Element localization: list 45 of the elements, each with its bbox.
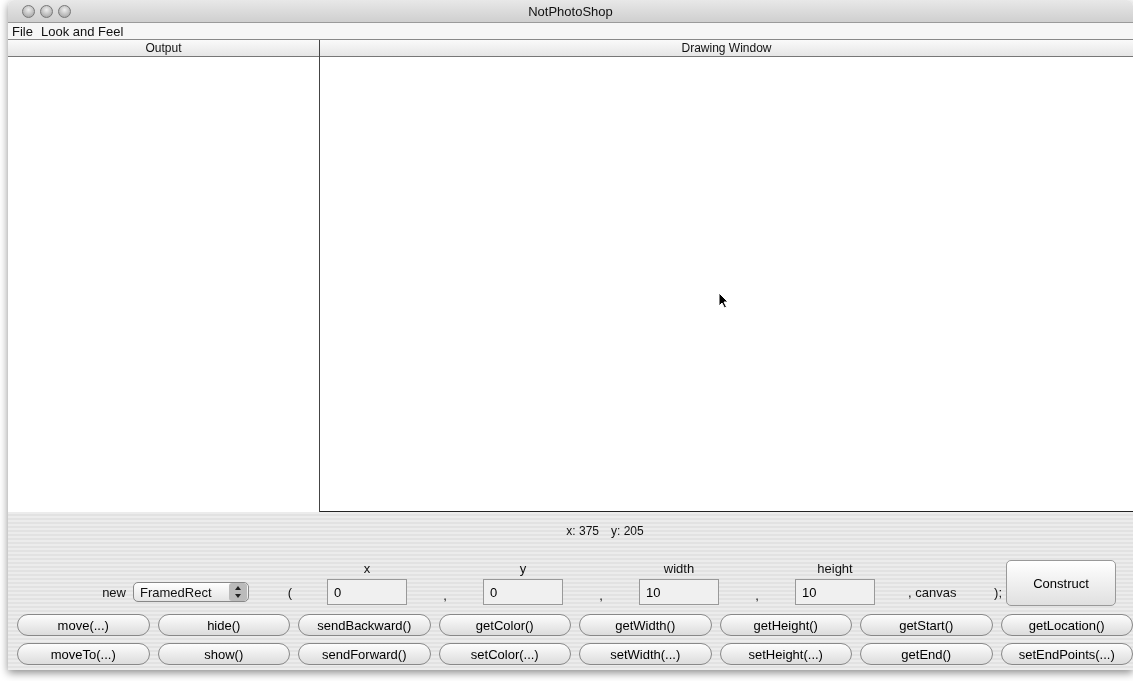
y-coordinate: y: 205 bbox=[611, 524, 644, 540]
menu-item[interactable]: Look and Feel bbox=[40, 23, 124, 39]
method-button[interactable]: setColor(...) bbox=[438, 643, 571, 665]
close-button[interactable] bbox=[22, 4, 35, 18]
parameter-field[interactable]: 10 bbox=[795, 579, 875, 605]
method-button[interactable]: getStart() bbox=[860, 614, 993, 636]
parameter-label: y bbox=[518, 561, 528, 576]
method-button[interactable]: getColor() bbox=[438, 614, 571, 636]
method-button[interactable]: getLocation() bbox=[1000, 614, 1133, 636]
comma: , bbox=[598, 586, 604, 603]
parameter-label: x bbox=[362, 561, 372, 576]
method-button[interactable]: moveTo(...) bbox=[17, 643, 150, 665]
method-button[interactable]: sendForward() bbox=[298, 643, 431, 665]
zoom-button[interactable] bbox=[58, 4, 71, 18]
open-paren: ( bbox=[286, 584, 294, 600]
method-button[interactable]: setHeight(...) bbox=[719, 643, 852, 665]
pointer-icon bbox=[718, 292, 729, 309]
method-button[interactable]: show() bbox=[157, 643, 290, 665]
method-button[interactable]: setWidth(...) bbox=[579, 643, 712, 665]
parameter-field[interactable]: 10 bbox=[639, 579, 719, 605]
close-paren: ); bbox=[994, 584, 1002, 600]
window-title: NotPhotoShop bbox=[528, 3, 613, 19]
method-button[interactable]: getHeight() bbox=[719, 614, 852, 636]
stepper-icon bbox=[229, 583, 247, 601]
canvas-argument: , canvas bbox=[908, 584, 957, 600]
method-button[interactable]: move(...) bbox=[17, 614, 150, 636]
menu-item[interactable]: File bbox=[12, 23, 33, 39]
method-button[interactable]: getEnd() bbox=[860, 643, 993, 665]
parameter-label: width bbox=[662, 561, 696, 576]
method-button[interactable]: setEndPoints(...) bbox=[1000, 643, 1133, 665]
minimize-button[interactable] bbox=[40, 4, 53, 18]
comma: , bbox=[754, 586, 760, 603]
parameter-field[interactable]: 0 bbox=[327, 579, 407, 605]
method-button[interactable]: hide() bbox=[157, 614, 290, 636]
method-button[interactable]: sendBackward() bbox=[298, 614, 431, 636]
x-coordinate: x: 375 bbox=[566, 524, 599, 540]
method-button[interactable]: getWidth() bbox=[579, 614, 712, 636]
shape-dropdown[interactable]: FramedRect bbox=[133, 582, 249, 602]
construct-button[interactable]: Construct bbox=[1006, 560, 1116, 606]
new-label: new bbox=[101, 584, 127, 600]
pane-header: Drawing Window bbox=[320, 40, 1133, 57]
pane-header: Output bbox=[8, 40, 319, 57]
comma: , bbox=[442, 586, 448, 603]
parameter-field[interactable]: 0 bbox=[483, 579, 563, 605]
parameter-label: height bbox=[816, 561, 854, 576]
